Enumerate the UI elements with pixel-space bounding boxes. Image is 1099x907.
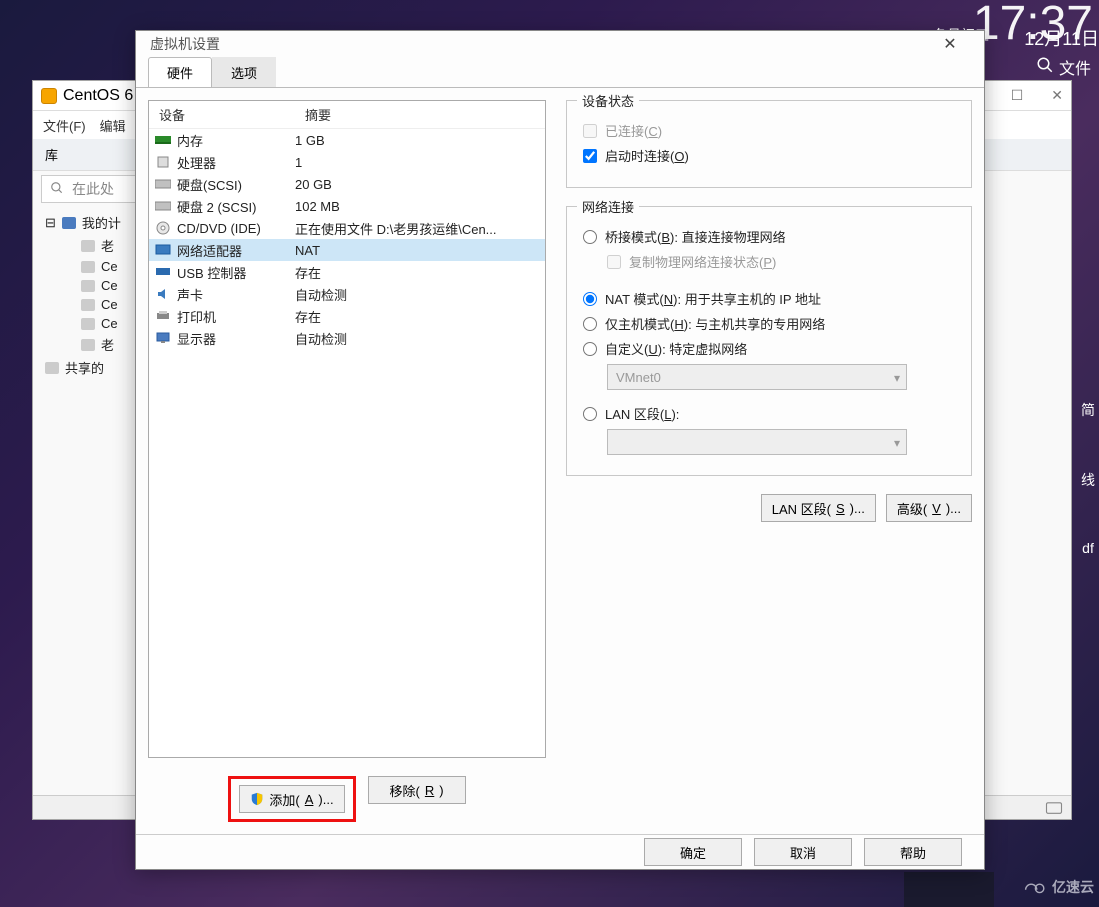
- chevron-down-icon: ▾: [894, 436, 900, 450]
- close-button[interactable]: ✕: [1051, 87, 1063, 104]
- side-item: 简: [1081, 400, 1095, 420]
- lan-segment-select: ▾: [607, 429, 907, 455]
- taskbar: [904, 872, 994, 907]
- printer-icon: [155, 309, 171, 323]
- hw-row-sound[interactable]: 声卡自动检测: [149, 283, 545, 305]
- vmware-title-text: CentOS 6: [63, 87, 133, 105]
- lan-segment-radio[interactable]: LAN 区段(L):: [583, 404, 955, 423]
- network-icon: [155, 243, 171, 257]
- dialog-footer: 确定 取消 帮助: [136, 834, 984, 869]
- hw-row-printer[interactable]: 打印机存在: [149, 305, 545, 327]
- side-item: df: [1082, 540, 1094, 556]
- custom-radio[interactable]: 自定义(U): 特定虚拟网络: [583, 339, 955, 358]
- desktop-sidebar: 简 线 df: [1077, 400, 1099, 556]
- hw-row-network[interactable]: 网络适配器NAT: [149, 239, 545, 261]
- vm-icon: [81, 299, 95, 311]
- display-icon: [155, 331, 171, 345]
- desktop-date: 12月11日: [1024, 25, 1099, 51]
- connected-input: [583, 124, 597, 138]
- search-icon: [50, 181, 64, 198]
- cpu-icon: [155, 155, 171, 169]
- memory-icon: [155, 133, 171, 147]
- remove-hardware-button[interactable]: 移除(R): [368, 776, 466, 804]
- replicate-physical-input: [607, 255, 621, 269]
- search-placeholder: 在此处: [72, 179, 114, 199]
- custom-network-select: VMnet0 ▾: [607, 364, 907, 390]
- hw-row-disk2[interactable]: 硬盘 2 (SCSI)102 MB: [149, 195, 545, 217]
- hardware-list-header: 设备 摘要: [149, 101, 545, 129]
- bridged-radio[interactable]: 桥接模式(B): 直接连接物理网络: [583, 227, 955, 246]
- device-status-group: 设备状态 已连接(C) 启动时连接(O): [566, 100, 972, 188]
- vm-icon: [81, 261, 95, 273]
- hw-row-usb[interactable]: USB 控制器存在: [149, 261, 545, 283]
- dialog-close-button[interactable]: ✕: [930, 34, 970, 54]
- message-icon: [1045, 801, 1063, 815]
- nat-input[interactable]: [583, 292, 597, 306]
- connect-at-poweron-input[interactable]: [583, 149, 597, 163]
- dialog-tabs: 硬件 选项: [136, 57, 984, 87]
- hw-row-memory[interactable]: 内存1 GB: [149, 129, 545, 151]
- hostonly-radio[interactable]: 仅主机模式(H): 与主机共享的专用网络: [583, 314, 955, 333]
- connected-checkbox: 已连接(C): [583, 121, 955, 140]
- hw-row-cpu[interactable]: 处理器1: [149, 151, 545, 173]
- hw-row-cddvd[interactable]: CD/DVD (IDE)正在使用文件 D:\老男孩运维\Cen...: [149, 217, 545, 239]
- disk-icon: [155, 199, 171, 213]
- help-button[interactable]: 帮助: [864, 838, 962, 866]
- column-summary: 摘要: [305, 105, 331, 124]
- disk-icon: [155, 177, 171, 191]
- hw-row-display[interactable]: 显示器自动检测: [149, 327, 545, 349]
- add-hardware-button[interactable]: 添加(A)...: [239, 785, 344, 813]
- group-legend: 网络连接: [577, 197, 639, 216]
- dialog-titlebar: 虚拟机设置 ✕: [136, 31, 984, 57]
- group-legend: 设备状态: [577, 91, 639, 110]
- tab-hardware[interactable]: 硬件: [148, 57, 212, 88]
- usb-icon: [155, 265, 171, 279]
- vm-settings-dialog: 虚拟机设置 ✕ 硬件 选项 设备 摘要 内存1 GB 处理器1 硬盘(SCSI)…: [135, 30, 985, 870]
- chevron-down-icon: ▾: [894, 371, 900, 385]
- side-item: 线: [1081, 470, 1095, 490]
- menu-edit[interactable]: 编辑: [100, 116, 126, 135]
- custom-input[interactable]: [583, 342, 597, 356]
- column-device: 设备: [159, 105, 305, 124]
- vmware-icon: [41, 88, 57, 104]
- hw-row-disk[interactable]: 硬盘(SCSI)20 GB: [149, 173, 545, 195]
- lan-segments-button[interactable]: LAN 区段(S)...: [761, 494, 876, 522]
- connect-at-poweron-checkbox[interactable]: 启动时连接(O): [583, 146, 955, 165]
- shield-icon: [250, 792, 264, 806]
- vm-icon: [81, 280, 95, 292]
- lan-segment-input[interactable]: [583, 407, 597, 421]
- desktop-search-label: 文件: [1059, 55, 1091, 79]
- network-connection-group: 网络连接 桥接模式(B): 直接连接物理网络 复制物理网络连接状态(P) NAT…: [566, 206, 972, 476]
- ok-button[interactable]: 确定: [644, 838, 742, 866]
- dialog-title-text: 虚拟机设置: [150, 34, 220, 54]
- hardware-list: 设备 摘要 内存1 GB 处理器1 硬盘(SCSI)20 GB 硬盘 2 (SC…: [148, 100, 546, 758]
- tab-options[interactable]: 选项: [212, 57, 276, 87]
- search-icon: [1036, 56, 1054, 79]
- replicate-physical-checkbox: 复制物理网络连接状态(P): [607, 252, 955, 271]
- library-search[interactable]: 在此处: [41, 175, 137, 203]
- menu-file[interactable]: 文件(F): [43, 116, 86, 135]
- advanced-button[interactable]: 高级(V)...: [886, 494, 972, 522]
- vm-icon: [81, 318, 95, 330]
- vm-icon: [81, 240, 95, 252]
- watermark-logo: 亿速云: [1020, 877, 1094, 897]
- computer-icon: [62, 217, 76, 229]
- cd-icon: [155, 221, 171, 235]
- maximize-button[interactable]: ☐: [1011, 87, 1024, 104]
- vm-icon: [81, 339, 95, 351]
- desktop-search[interactable]: 文件: [1036, 55, 1091, 79]
- shared-icon: [45, 362, 59, 374]
- highlight-box: 添加(A)...: [228, 776, 355, 822]
- cancel-button[interactable]: 取消: [754, 838, 852, 866]
- sound-icon: [155, 287, 171, 301]
- hostonly-input[interactable]: [583, 317, 597, 331]
- nat-radio[interactable]: NAT 模式(N): 用于共享主机的 IP 地址: [583, 289, 955, 308]
- bridged-input[interactable]: [583, 230, 597, 244]
